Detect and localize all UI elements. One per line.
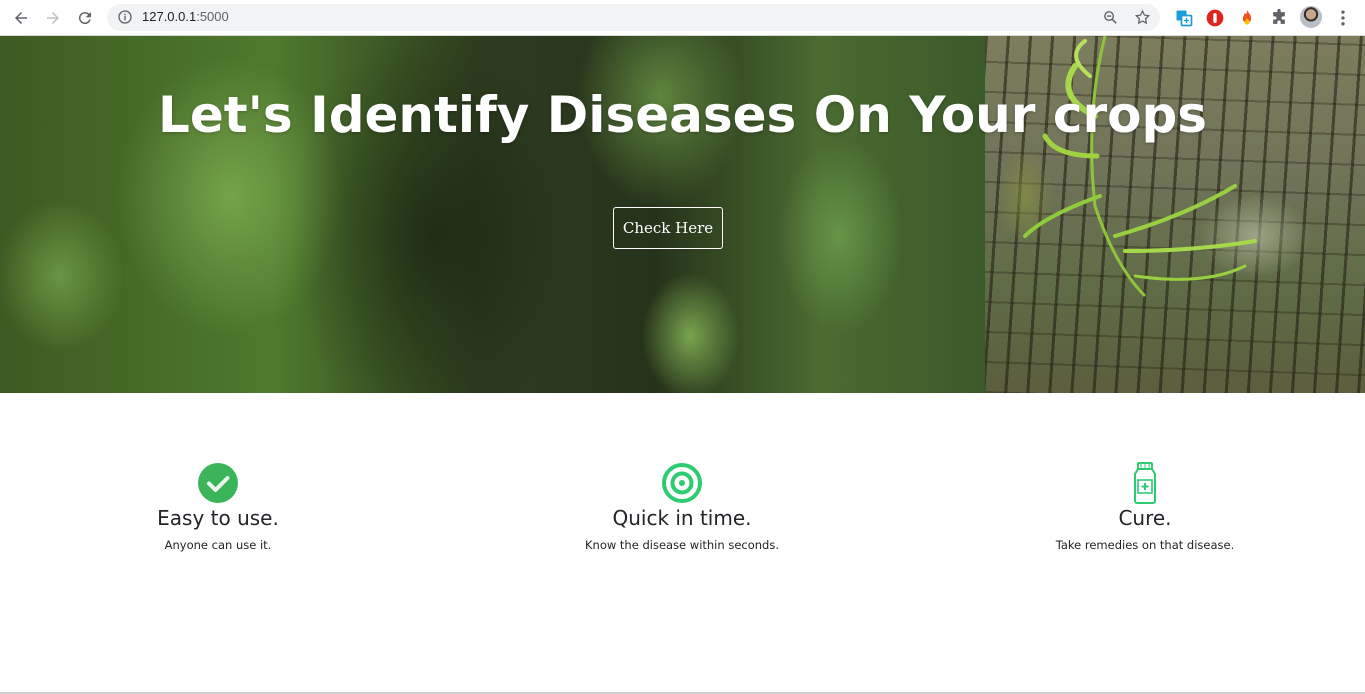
browser-toolbar: 127.0.0.1:5000 bbox=[0, 0, 1365, 36]
medicine-bottle-icon bbox=[1134, 462, 1156, 504]
feature-title: Easy to use. bbox=[157, 506, 279, 530]
address-bar[interactable]: 127.0.0.1:5000 bbox=[107, 4, 1160, 31]
hero-title: Let's Identify Diseases On Your crops bbox=[157, 86, 1208, 144]
target-icon bbox=[662, 463, 702, 503]
forward-arrow-icon[interactable] bbox=[42, 7, 64, 29]
translate-extension-icon[interactable] bbox=[1174, 8, 1194, 28]
puzzle-extensions-icon[interactable] bbox=[1269, 8, 1289, 28]
reload-icon[interactable] bbox=[74, 7, 96, 29]
info-icon[interactable] bbox=[117, 9, 133, 25]
feature-title: Cure. bbox=[1118, 506, 1172, 530]
checkmark-circle-icon bbox=[198, 463, 238, 503]
feature-description: Know the disease within seconds. bbox=[585, 538, 779, 552]
url-text[interactable]: 127.0.0.1:5000 bbox=[142, 9, 229, 24]
url-host: 127.0.0.1 bbox=[142, 9, 197, 24]
zoom-icon[interactable] bbox=[1102, 9, 1119, 26]
url-port: :5000 bbox=[196, 9, 229, 24]
hero-banner: Let's Identify Diseases On Your crops Ch… bbox=[0, 36, 1365, 393]
feature-title: Quick in time. bbox=[612, 506, 752, 530]
check-here-button[interactable]: Check Here bbox=[613, 207, 723, 249]
feature-description: Take remedies on that disease. bbox=[1055, 538, 1235, 552]
adblock-extension-icon[interactable] bbox=[1205, 8, 1225, 28]
feature-description: Anyone can use it. bbox=[164, 538, 272, 552]
avatar[interactable] bbox=[1300, 6, 1322, 28]
more-vert-icon[interactable] bbox=[1333, 8, 1353, 28]
feature-cure: Cure. Take remedies on that disease. bbox=[1035, 462, 1255, 552]
fire-extension-icon[interactable] bbox=[1237, 8, 1257, 28]
feature-easy: Easy to use. Anyone can use it. bbox=[118, 462, 318, 552]
star-icon[interactable] bbox=[1134, 9, 1151, 26]
back-arrow-icon[interactable] bbox=[10, 7, 32, 29]
feature-quick: Quick in time. Know the disease within s… bbox=[552, 462, 812, 552]
